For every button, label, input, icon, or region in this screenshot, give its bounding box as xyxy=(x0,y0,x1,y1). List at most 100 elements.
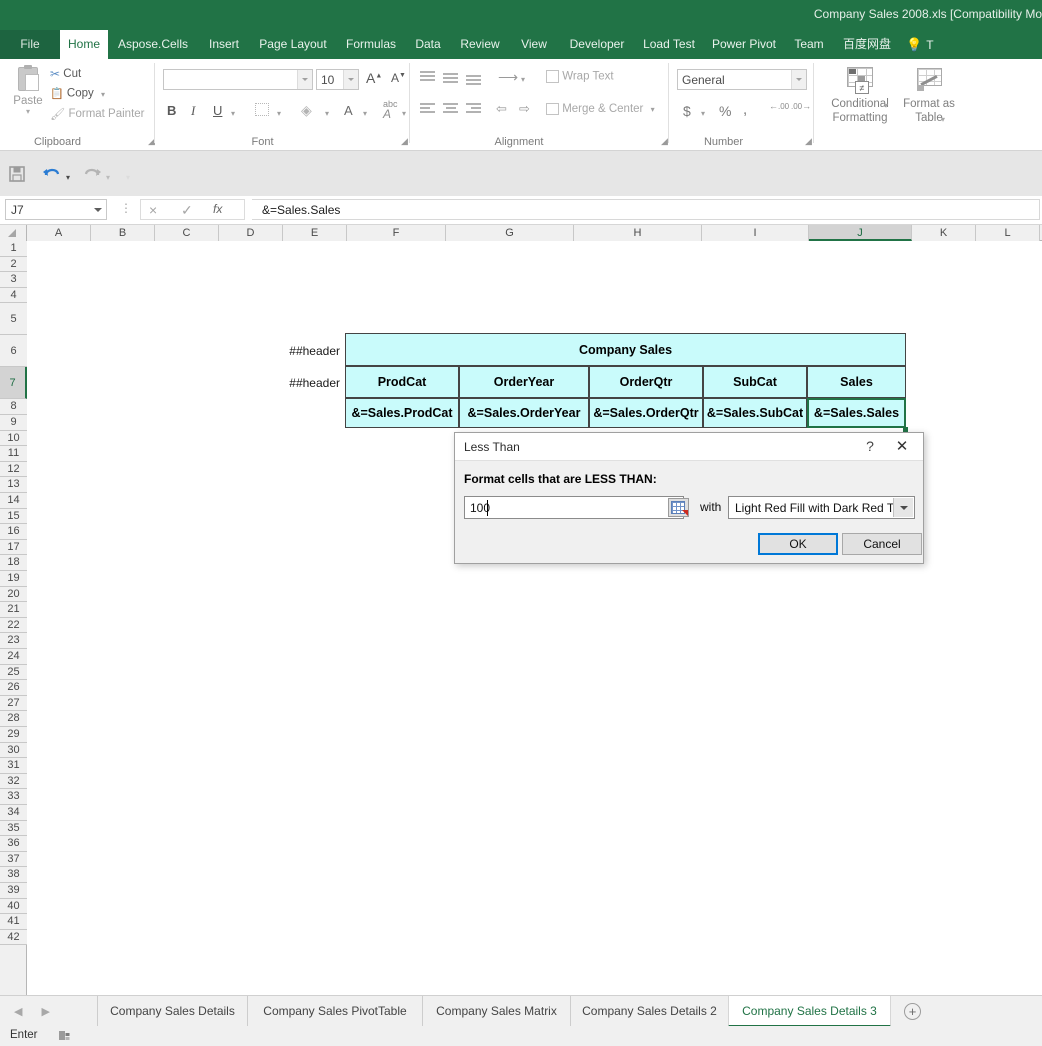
align-right-button[interactable] xyxy=(466,103,481,118)
italic-button[interactable]: I xyxy=(191,103,195,119)
borders-dropdown-arrow[interactable]: ▾ xyxy=(277,109,281,118)
row-header-23[interactable]: 23 xyxy=(0,633,27,649)
report-header-cell[interactable]: Sales xyxy=(807,366,906,398)
cancel-formula-icon[interactable]: × xyxy=(149,202,157,218)
save-icon[interactable] xyxy=(8,165,26,186)
report-data-cell[interactable]: &=Sales.ProdCat xyxy=(345,398,459,428)
decrease-decimal-button[interactable]: .00→ xyxy=(791,102,811,111)
sheet-tab-5[interactable]: Company Sales Details 3 xyxy=(728,996,891,1027)
name-box[interactable]: J7 xyxy=(5,199,107,220)
conditional-formatting-button[interactable]: ≠ Conditional Formatting ▾ xyxy=(826,67,894,125)
column-header-A[interactable]: A xyxy=(27,225,91,241)
conditional-formatting-dropdown-arrow[interactable]: ▾ xyxy=(884,101,888,110)
row-header-34[interactable]: 34 xyxy=(0,805,27,821)
grid-cells[interactable]: ##header ##header Company Sales ProdCat Orde… xyxy=(27,241,1042,995)
fill-color-button[interactable]: ◈ xyxy=(301,102,312,119)
insert-function-icon[interactable]: fx xyxy=(213,202,222,216)
threshold-input[interactable]: 100 xyxy=(464,496,689,519)
report-header-cell[interactable]: OrderYear xyxy=(459,366,589,398)
column-header-G[interactable]: G xyxy=(446,225,574,241)
report-data-cell[interactable]: &=Sales.OrderQtr xyxy=(589,398,703,428)
ok-button[interactable]: OK xyxy=(758,533,838,555)
row-header-38[interactable]: 38 xyxy=(0,867,27,883)
format-painter-button[interactable]: 🖌 Format Painter xyxy=(50,107,145,121)
row-header-6[interactable]: 6 xyxy=(0,335,27,368)
phonetic-dropdown-arrow[interactable]: ▾ xyxy=(402,109,406,118)
align-center-button[interactable] xyxy=(443,103,458,118)
currency-dropdown-arrow[interactable]: ▾ xyxy=(701,109,705,118)
borders-button[interactable] xyxy=(255,103,269,116)
ribbon-tab-review[interactable]: Review xyxy=(450,30,510,59)
row-header-31[interactable]: 31 xyxy=(0,758,27,774)
report-header-cell[interactable]: SubCat xyxy=(703,366,807,398)
wrap-text-button[interactable]: Wrap Text xyxy=(546,70,614,83)
phonetic-guide-button[interactable]: abc A xyxy=(383,99,398,120)
add-sheet-button[interactable]: + xyxy=(904,1003,921,1020)
column-header-I[interactable]: I xyxy=(702,225,809,241)
spreadsheet-grid[interactable]: ABCDEFGHIJKL 1 2 3 4 5 6 7 8 9 10 11 12 13 14 15 16 17 18… xyxy=(0,225,1042,995)
report-data-cell[interactable]: &=Sales.SubCat xyxy=(703,398,807,428)
column-header-H[interactable]: H xyxy=(574,225,702,241)
align-middle-button[interactable] xyxy=(443,73,458,88)
currency-button[interactable]: $ xyxy=(683,103,691,119)
row-header-20[interactable]: 20 xyxy=(0,586,27,603)
ribbon-tab-page-layout[interactable]: Page Layout xyxy=(250,30,336,59)
ribbon-tab-load-test[interactable]: Load Test xyxy=(636,30,702,59)
font-name-dropdown-arrow[interactable] xyxy=(297,70,312,89)
row-header-14[interactable]: 14 xyxy=(0,493,27,509)
percent-button[interactable]: % xyxy=(719,103,731,119)
select-all-corner[interactable] xyxy=(0,225,27,241)
merge-center-button[interactable]: Merge & Center ▾ xyxy=(546,103,655,115)
ribbon-tab-aspose-cells[interactable]: Aspose.Cells xyxy=(108,30,198,59)
accessibility-icon[interactable] xyxy=(58,1029,71,1042)
row-header-33[interactable]: 33 xyxy=(0,789,27,805)
cancel-button[interactable]: Cancel xyxy=(842,533,922,555)
less-than-dialog[interactable]: Less Than ? ✕ Format cells that are LESS… xyxy=(454,432,924,564)
row-header-27[interactable]: 27 xyxy=(0,695,27,712)
row-header-7[interactable]: 7 xyxy=(0,367,27,400)
ribbon-tab-developer[interactable]: Developer xyxy=(558,30,636,59)
underline-button[interactable]: U xyxy=(213,103,222,118)
copy-button[interactable]: 📋 Copy ▾ xyxy=(50,87,105,100)
bold-button[interactable]: B xyxy=(167,103,176,118)
align-top-button[interactable] xyxy=(420,71,435,86)
column-header-L[interactable]: L xyxy=(976,225,1040,241)
row-header-42[interactable]: 42 xyxy=(0,929,27,946)
decrease-font-size-button[interactable]: A▼ xyxy=(391,71,406,85)
row-header-32[interactable]: 32 xyxy=(0,773,27,790)
confirm-formula-icon[interactable]: ✓ xyxy=(181,202,193,219)
row-header-24[interactable]: 24 xyxy=(0,649,27,665)
row-header-22[interactable]: 22 xyxy=(0,617,27,634)
orientation-dropdown-arrow[interactable]: ▾ xyxy=(521,75,525,84)
report-data-cell[interactable]: &=Sales.OrderYear xyxy=(459,398,589,428)
row-header-40[interactable]: 40 xyxy=(0,898,27,915)
increase-decimal-button[interactable]: ←.00 xyxy=(769,102,789,111)
orientation-button[interactable]: ⟶ xyxy=(498,69,518,86)
row-header-8[interactable]: 8 xyxy=(0,399,27,415)
row-header-15[interactable]: 15 xyxy=(0,508,27,525)
sheet-nav-arrows[interactable]: ◀ ▶ xyxy=(14,1005,69,1018)
row-header-35[interactable]: 35 xyxy=(0,820,27,837)
row-header-1[interactable]: 1 xyxy=(0,241,27,257)
font-color-button[interactable]: A xyxy=(344,103,353,118)
column-header-F[interactable]: F xyxy=(347,225,446,241)
copy-dropdown-arrow[interactable]: ▾ xyxy=(101,90,105,99)
row-header-5[interactable]: 5 xyxy=(0,303,27,336)
row-header-9[interactable]: 9 xyxy=(0,415,27,431)
undo-icon[interactable] xyxy=(42,165,62,186)
row-header-36[interactable]: 36 xyxy=(0,836,27,852)
row-header-3[interactable]: 3 xyxy=(0,272,27,288)
ribbon-tab-data[interactable]: Data xyxy=(406,30,450,59)
sheet-tab-3[interactable]: Company Sales Matrix xyxy=(422,996,570,1027)
row-header-11[interactable]: 11 xyxy=(0,446,27,462)
sheet-tab-4[interactable]: Company Sales Details 2 xyxy=(570,996,728,1027)
ribbon-tab-insert[interactable]: Insert xyxy=(198,30,250,59)
row-header-39[interactable]: 39 xyxy=(0,883,27,899)
report-header-cell[interactable]: OrderQtr xyxy=(589,366,703,398)
help-icon[interactable]: ? xyxy=(860,438,880,454)
font-color-dropdown-arrow[interactable]: ▾ xyxy=(363,109,367,118)
sheet-tab-2[interactable]: Company Sales PivotTable xyxy=(247,996,422,1027)
cut-button[interactable]: ✂ Cut xyxy=(50,67,81,81)
comma-style-button[interactable]: , xyxy=(743,101,747,118)
row-header-12[interactable]: 12 xyxy=(0,461,27,478)
